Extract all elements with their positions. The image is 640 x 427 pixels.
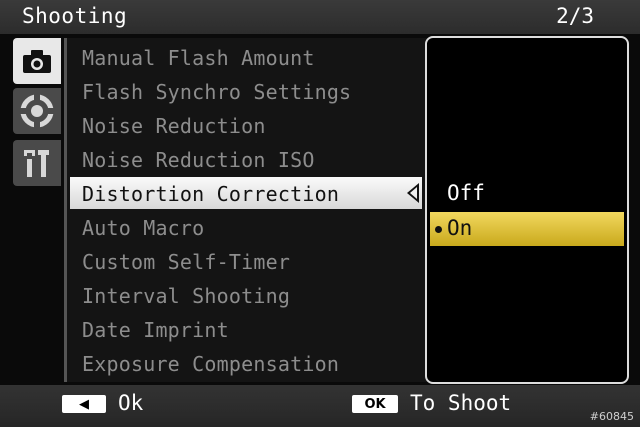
- left-key-label: Ok: [118, 391, 144, 415]
- menu-item-flash-synchro-settings[interactable]: Flash Synchro Settings: [82, 80, 351, 104]
- camera-menu-screen: Shooting 2/3 Manual Flash Amount Flash S…: [0, 0, 640, 427]
- menu-item-manual-flash-amount[interactable]: Manual Flash Amount: [82, 46, 315, 70]
- tab-tools[interactable]: [13, 140, 61, 186]
- option-on[interactable]: On: [447, 216, 472, 240]
- menu-list: Manual Flash Amount Flash Synchro Settin…: [64, 38, 427, 382]
- options-panel: Off On: [425, 36, 629, 384]
- menu-item-noise-reduction[interactable]: Noise Reduction: [82, 114, 266, 138]
- button-guide-bar: ◀ Ok OK To Shoot: [0, 385, 640, 427]
- menu-item-date-imprint[interactable]: Date Imprint: [82, 318, 229, 342]
- menu-item-auto-macro[interactable]: Auto Macro: [82, 216, 204, 240]
- menu-item-noise-reduction-iso[interactable]: Noise Reduction ISO: [82, 148, 315, 172]
- menu-item-exposure-compensation[interactable]: Exposure Compensation: [82, 352, 339, 376]
- menu-item-interval-shooting[interactable]: Interval Shooting: [82, 284, 290, 308]
- wrench-icon: [24, 150, 49, 177]
- menu-item-custom-self-timer[interactable]: Custom Self-Timer: [82, 250, 290, 274]
- menu-item-distortion-correction[interactable]: Distortion Correction: [82, 182, 339, 206]
- tab-setup[interactable]: [13, 88, 61, 134]
- left-key-icon: ◀: [62, 395, 106, 413]
- option-off[interactable]: Off: [447, 181, 485, 205]
- page-indicator: 2/3: [556, 4, 594, 28]
- watermark: #60845: [589, 410, 634, 423]
- submenu-arrow-icon: [407, 183, 419, 203]
- ok-key-icon: OK: [352, 395, 398, 413]
- current-setting-dot-icon: [435, 226, 442, 233]
- dial-icon: [20, 94, 54, 128]
- tab-shooting[interactable]: [13, 38, 61, 84]
- menu-title: Shooting: [22, 4, 128, 28]
- title-bar: Shooting 2/3: [0, 0, 640, 34]
- ok-key-label: To Shoot: [410, 391, 512, 415]
- camera-icon: [23, 50, 51, 73]
